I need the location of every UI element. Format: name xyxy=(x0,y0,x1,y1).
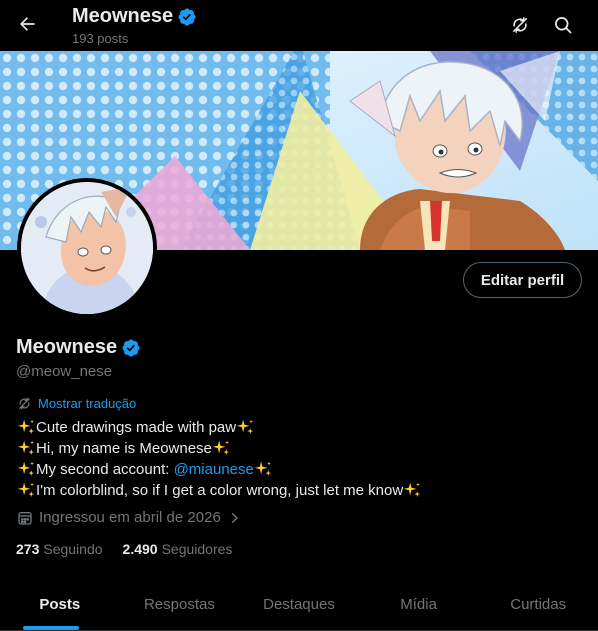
following-label: Seguindo xyxy=(43,541,103,557)
back-button[interactable] xyxy=(10,7,44,41)
followers-count: 2.490 xyxy=(122,541,158,557)
tab-highlights[interactable]: Destaques xyxy=(239,578,359,630)
bio-line: Hi, my name is Meownese xyxy=(17,438,422,459)
followers-label: Seguidores xyxy=(161,541,233,557)
edit-profile-button[interactable]: Editar perfil xyxy=(463,262,582,298)
search-button[interactable] xyxy=(546,8,580,42)
arrow-left-icon xyxy=(20,17,35,31)
sync-off-icon xyxy=(512,17,528,33)
sparkle-icon xyxy=(236,419,254,434)
bio-line: Cute drawings made with paw xyxy=(17,417,422,438)
second-account-link[interactable]: @miaunese xyxy=(174,459,254,480)
sparkle-icon xyxy=(17,461,35,476)
sparkle-icon xyxy=(212,440,229,455)
translate-label: Mostrar tradução xyxy=(38,396,137,411)
sparkle-icon xyxy=(403,482,421,497)
bio-line: I'm colorblind, so if I get a color wron… xyxy=(17,480,422,501)
display-name: Meownese xyxy=(16,336,141,359)
tab-replies[interactable]: Respostas xyxy=(120,578,240,630)
sparkle-icon xyxy=(17,419,35,434)
profile-bio: Cute drawings made with paw Hi, my name … xyxy=(17,417,422,501)
sync-button[interactable] xyxy=(503,8,537,42)
following-link[interactable]: 273 Seguindo xyxy=(16,541,103,557)
verified-badge-icon xyxy=(122,338,140,357)
translate-icon xyxy=(19,397,30,410)
avatar[interactable] xyxy=(17,178,157,318)
verified-badge-icon xyxy=(178,7,196,26)
bio-text: I'm colorblind, so if I get a color wron… xyxy=(36,482,404,499)
followers-link[interactable]: 2.490 Seguidores xyxy=(123,541,233,557)
header-title: Meownese xyxy=(72,5,197,28)
tab-label: Mídia xyxy=(400,595,437,613)
sparkle-icon xyxy=(17,482,35,497)
post-count: 193 posts xyxy=(72,31,129,46)
follow-stats: 273 Seguindo 2.490 Seguidores xyxy=(16,541,232,557)
joined-date[interactable]: Ingressou em abril de 2026 xyxy=(17,509,241,526)
tab-label: Respostas xyxy=(143,595,215,613)
sparkle-icon xyxy=(17,440,35,455)
calendar-icon xyxy=(18,511,32,525)
tab-label: Curtidas xyxy=(510,595,567,613)
tab-posts[interactable]: Posts xyxy=(0,578,120,630)
top-bar: Meownese 193 posts xyxy=(0,0,598,51)
header-name: Meownese xyxy=(72,5,174,27)
avatar-image xyxy=(21,182,153,314)
tab-likes[interactable]: Curtidas xyxy=(478,578,598,630)
tab-label: Destaques xyxy=(263,595,335,613)
tab-media[interactable]: Mídia xyxy=(359,578,479,630)
bio-text: Hi, my name is Meownese xyxy=(36,440,212,457)
search-icon xyxy=(555,17,572,34)
joined-label: Ingressou em abril de 2026 xyxy=(39,509,221,526)
bio-line: My second account: @miaunese xyxy=(17,459,422,480)
active-tab-indicator xyxy=(23,626,79,630)
bio-text: Cute drawings made with paw xyxy=(36,419,237,436)
profile-handle: @meow_nese xyxy=(16,363,113,380)
bio-text: My second account: xyxy=(36,461,174,478)
sparkle-icon xyxy=(254,461,271,476)
tab-label: Posts xyxy=(39,595,81,613)
chevron-right-icon xyxy=(231,512,238,523)
following-count: 273 xyxy=(16,541,40,557)
profile-name: Meownese xyxy=(16,336,118,358)
profile-tabs: Posts Respostas Destaques Mídia Curtidas xyxy=(0,578,598,631)
show-translation-link[interactable]: Mostrar tradução xyxy=(17,396,136,411)
